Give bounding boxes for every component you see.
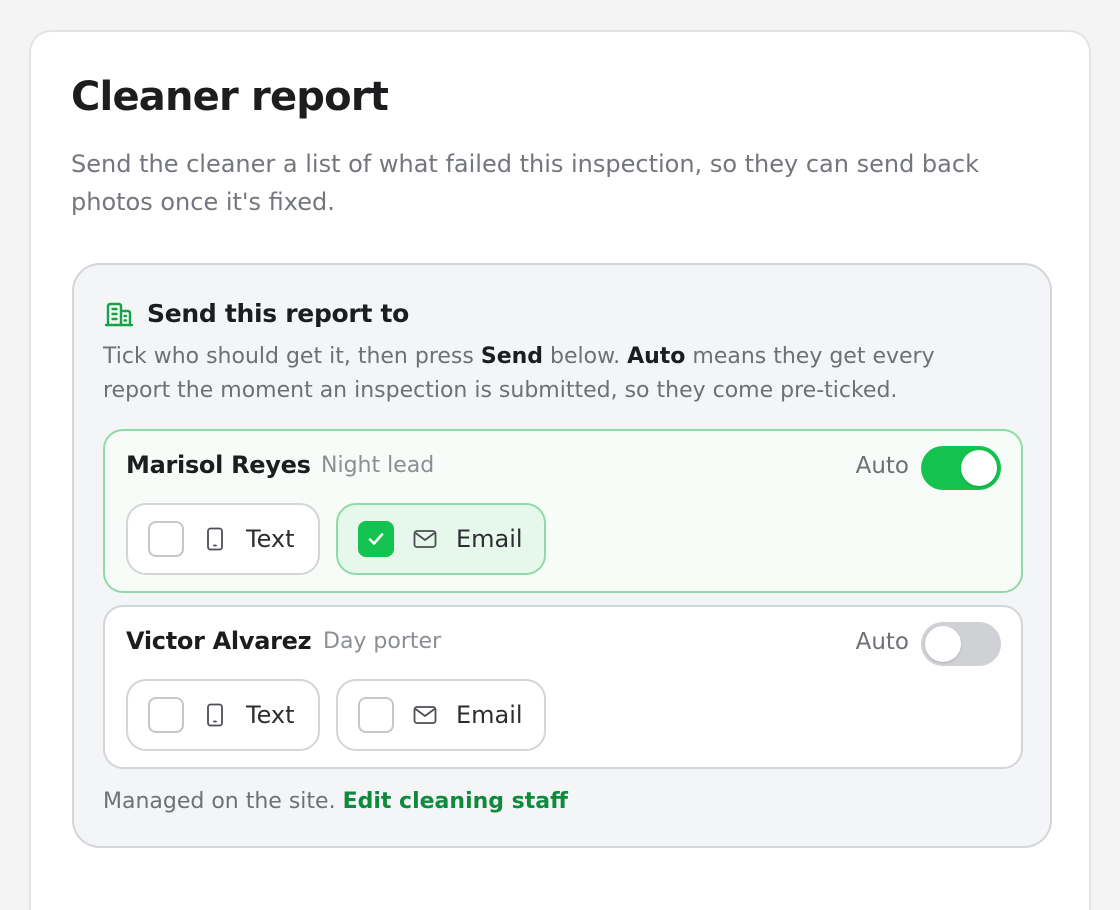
email-option-label: Email	[456, 701, 523, 729]
check-icon	[368, 533, 384, 545]
desc-send: Send	[480, 344, 544, 369]
toggle-knob	[961, 450, 997, 486]
email-option-chip[interactable]: Email	[336, 679, 546, 751]
text-checkbox[interactable]	[148, 697, 184, 733]
text-option-label: Text	[246, 525, 295, 553]
recipient-role: Day porter	[323, 629, 442, 654]
auto-toggle[interactable]	[921, 622, 1001, 666]
recipient-card-marisol: Marisol Reyes Night lead Auto Text Email	[103, 429, 1023, 593]
desc-text: below.	[543, 344, 628, 369]
email-option-chip[interactable]: Email	[336, 503, 546, 575]
recipients-panel: Send this report to Tick who should get …	[72, 263, 1052, 848]
text-option-label: Text	[246, 701, 295, 729]
recipient-name: Marisol Reyes	[126, 451, 311, 479]
email-option-label: Email	[456, 525, 523, 553]
panel-description: Tick who should get it, then press Send …	[103, 340, 1003, 408]
panel-header: Send this report to	[103, 297, 409, 329]
desc-text: Tick who should get it, then press	[103, 344, 481, 369]
email-checkbox[interactable]	[358, 697, 394, 733]
phone-icon	[207, 703, 223, 727]
auto-toggle[interactable]	[921, 446, 1001, 490]
mail-icon	[413, 706, 437, 724]
panel-footer: Managed on the site. Edit cleaning staff	[103, 789, 568, 814]
phone-icon	[207, 527, 223, 551]
footer-text: Managed on the site.	[103, 789, 343, 814]
auto-label: Auto	[855, 453, 909, 479]
mail-icon	[413, 530, 437, 548]
cleaner-report-card: Cleaner report Send the cleaner a list o…	[29, 30, 1091, 910]
text-option-chip[interactable]: Text	[126, 679, 320, 751]
text-option-chip[interactable]: Text	[126, 503, 320, 575]
building-icon	[104, 302, 134, 327]
email-checkbox[interactable]	[358, 521, 394, 557]
recipient-name: Victor Alvarez	[126, 627, 312, 655]
text-checkbox[interactable]	[148, 521, 184, 557]
card-description: Send the cleaner a list of what failed t…	[71, 150, 979, 216]
auto-label: Auto	[855, 629, 909, 655]
desc-auto: Auto	[627, 344, 686, 369]
recipient-card-victor: Victor Alvarez Day porter Auto Text Emai…	[103, 605, 1023, 769]
recipient-role: Night lead	[321, 453, 435, 478]
toggle-knob	[925, 626, 961, 662]
edit-cleaning-staff-link[interactable]: Edit cleaning staff	[343, 789, 568, 814]
card-title: Cleaner report	[71, 74, 389, 120]
panel-title: Send this report to	[147, 298, 410, 328]
